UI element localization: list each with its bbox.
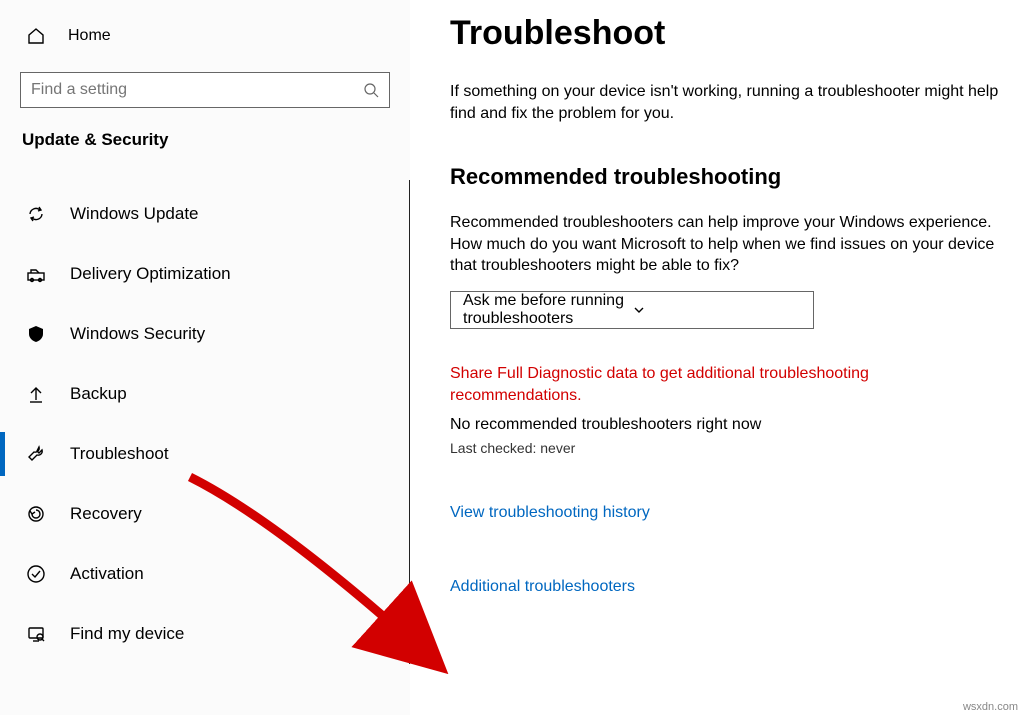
view-history-link[interactable]: View troubleshooting history [450, 504, 1004, 522]
delivery-icon [26, 264, 46, 284]
section-heading: Recommended troubleshooting [450, 164, 1004, 190]
sidebar-item-troubleshoot[interactable]: Troubleshoot [0, 424, 409, 484]
sidebar-item-delivery-optimization[interactable]: Delivery Optimization [0, 244, 409, 304]
no-recommended-text: No recommended troubleshooters right now [450, 416, 1004, 434]
findmydevice-icon [26, 624, 46, 644]
sidebar-item-label: Activation [70, 564, 144, 584]
shield-icon [26, 324, 46, 344]
main-content: Troubleshoot If something on your device… [410, 0, 1024, 596]
intro-text: If something on your device isn't workin… [450, 81, 1004, 124]
search-input-container[interactable] [20, 72, 390, 108]
sidebar-item-find-my-device[interactable]: Find my device [0, 604, 409, 664]
troubleshoot-preference-dropdown[interactable]: Ask me before running troubleshooters [450, 291, 814, 329]
sidebar-item-backup[interactable]: Backup [0, 364, 409, 424]
activation-icon [26, 564, 46, 584]
home-label: Home [68, 27, 111, 45]
sidebar-item-recovery[interactable]: Recovery [0, 484, 409, 544]
sidebar-item-label: Find my device [70, 624, 184, 644]
recommended-text: Recommended troubleshooters can help imp… [450, 212, 1004, 277]
sidebar-nav: Windows Update Delivery Optimization Win… [0, 180, 410, 664]
home-nav[interactable]: Home [0, 20, 410, 52]
sidebar-item-label: Recovery [70, 504, 142, 524]
section-title: Update & Security [0, 130, 410, 150]
watermark: wsxdn.com [963, 701, 1018, 713]
recovery-icon [26, 504, 46, 524]
chevron-down-icon [632, 303, 801, 317]
sidebar-item-label: Windows Update [70, 204, 199, 224]
page-title: Troubleshoot [450, 14, 1004, 53]
search-icon [363, 82, 379, 98]
refresh-icon [26, 204, 46, 224]
search-input[interactable] [31, 81, 363, 99]
sidebar-item-activation[interactable]: Activation [0, 544, 409, 604]
sidebar-item-windows-update[interactable]: Windows Update [0, 184, 409, 244]
additional-troubleshooters-link[interactable]: Additional troubleshooters [450, 578, 1004, 596]
sidebar-item-label: Backup [70, 384, 127, 404]
sidebar-item-windows-security[interactable]: Windows Security [0, 304, 409, 364]
sidebar-item-label: Delivery Optimization [70, 264, 231, 284]
home-icon [26, 26, 46, 46]
backup-icon [26, 384, 46, 404]
diagnostic-warning: Share Full Diagnostic data to get additi… [450, 363, 1004, 406]
wrench-icon [26, 444, 46, 464]
last-checked-text: Last checked: never [450, 440, 1004, 456]
sidebar-item-label: Troubleshoot [70, 444, 169, 464]
sidebar-item-label: Windows Security [70, 324, 205, 344]
dropdown-value: Ask me before running troubleshooters [463, 292, 632, 328]
